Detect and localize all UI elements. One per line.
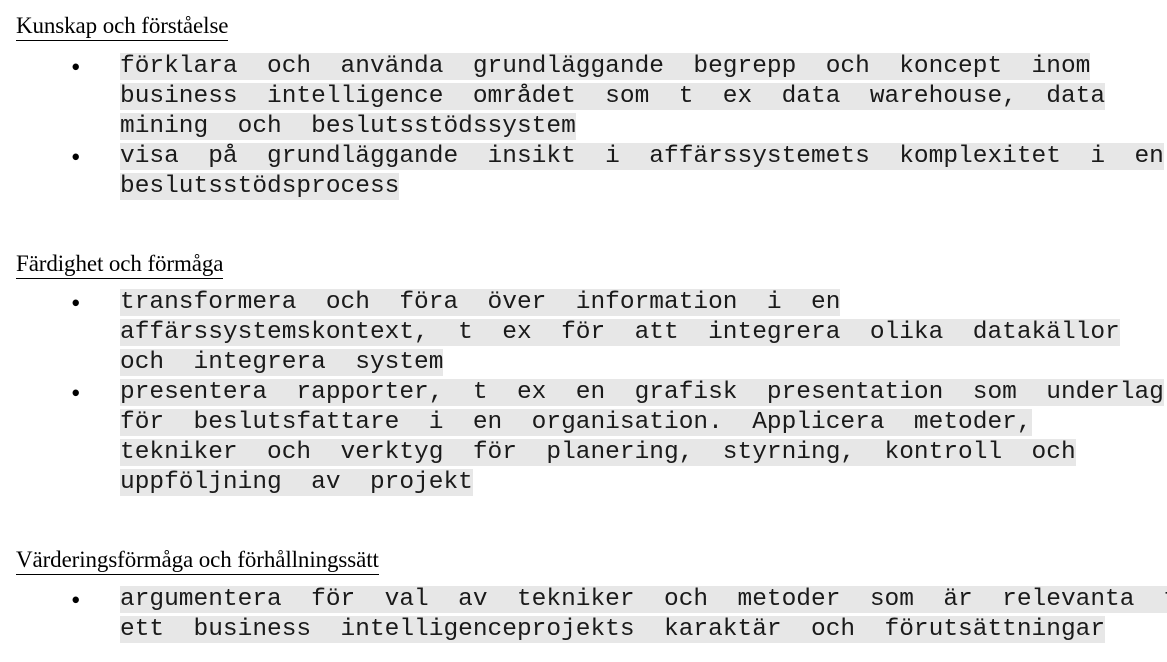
list-item-text: visa på grundläggande insikt i affärssys… (120, 142, 1164, 202)
text-line: tekniker och verktyg för planering, styr… (120, 438, 1164, 468)
highlight-span: förklara och använda grundläggande begre… (120, 53, 1091, 80)
highlight-span: visa på grundläggande insikt i affärssys… (120, 143, 1164, 170)
bullet-point-icon: • (71, 585, 81, 615)
list-item: • transformera och föra över information… (0, 288, 1164, 378)
highlight-span: tekniker och verktyg för planering, styr… (120, 439, 1076, 466)
text-line: mining och beslutsstödssystem (120, 112, 1164, 142)
highlight-span: beslutsstödsprocess (120, 173, 400, 200)
bullet-point-icon: • (71, 378, 81, 408)
section-fardighet-och-formaga-header: Färdighet och förmåga (0, 250, 223, 279)
section-heading: Kunskap och förståelse (16, 12, 229, 41)
text-line: för beslutsfattare i en organisation. Ap… (120, 408, 1164, 438)
highlight-span: transformera och föra över information i… (120, 289, 841, 316)
text-line: business intelligence området som t ex d… (120, 82, 1164, 112)
text-line: ett business intelligenceprojekts karakt… (120, 615, 1167, 645)
highlight-span: presentera rapporter, t ex en grafisk pr… (120, 379, 1164, 406)
bullet-point-icon: • (71, 52, 81, 82)
text-line: uppföljning av projekt (120, 468, 1164, 498)
list-item-text: argumentera för val av tekniker och meto… (120, 585, 1167, 645)
highlight-span: för beslutsfattare i en organisation. Ap… (120, 409, 1032, 436)
section-heading: Värderingsförmåga och förhållningssätt (16, 546, 379, 575)
highlight-span: och integrera system (120, 349, 444, 376)
text-line: presentera rapporter, t ex en grafisk pr… (120, 378, 1164, 408)
highlight-span: mining och beslutsstödssystem (120, 113, 576, 140)
highlight-span: uppföljning av projekt (120, 469, 473, 496)
list-item: • förklara och använda grundläggande beg… (0, 52, 1164, 142)
text-line: beslutsstödsprocess (120, 172, 1164, 202)
section-varderingsformaga-och-forhallningssatt-header: Värderingsförmåga och förhållningssätt (0, 546, 379, 575)
section-kunskap-och-forstaelse-header: Kunskap och förståelse (0, 12, 229, 41)
highlight-span: argumentera för val av tekniker och meto… (120, 586, 1167, 613)
highlight-span: affärssystemskontext, t ex för att integ… (120, 319, 1120, 346)
text-line: argumentera för val av tekniker och meto… (120, 585, 1167, 615)
list-item-text: presentera rapporter, t ex en grafisk pr… (120, 378, 1164, 498)
section-kunskap-och-forstaelse-list: • förklara och använda grundläggande beg… (0, 52, 1164, 202)
highlight-span: ett business intelligenceprojekts karakt… (120, 616, 1106, 643)
document-page: Kunskap och förståelse • förklara och an… (0, 0, 1167, 662)
text-line: affärssystemskontext, t ex för att integ… (120, 318, 1164, 348)
bullet-point-icon: • (71, 288, 81, 318)
section-varderingsformaga-och-forhallningssatt-list: • argumentera för val av tekniker och me… (0, 585, 1167, 645)
list-item-text: förklara och använda grundläggande begre… (120, 52, 1164, 142)
text-line: transformera och föra över information i… (120, 288, 1164, 318)
text-line: förklara och använda grundläggande begre… (120, 52, 1164, 82)
list-item: • argumentera för val av tekniker och me… (0, 585, 1167, 645)
highlight-span: business intelligence området som t ex d… (120, 83, 1106, 110)
text-line: och integrera system (120, 348, 1164, 378)
text-line: visa på grundläggande insikt i affärssys… (120, 142, 1164, 172)
section-heading: Färdighet och förmåga (16, 250, 223, 279)
list-item: • presentera rapporter, t ex en grafisk … (0, 378, 1164, 498)
bullet-point-icon: • (71, 142, 81, 172)
list-item-text: transformera och föra över information i… (120, 288, 1164, 378)
list-item: • visa på grundläggande insikt i affärss… (0, 142, 1164, 202)
section-fardighet-och-formaga-list: • transformera och föra över information… (0, 288, 1164, 498)
